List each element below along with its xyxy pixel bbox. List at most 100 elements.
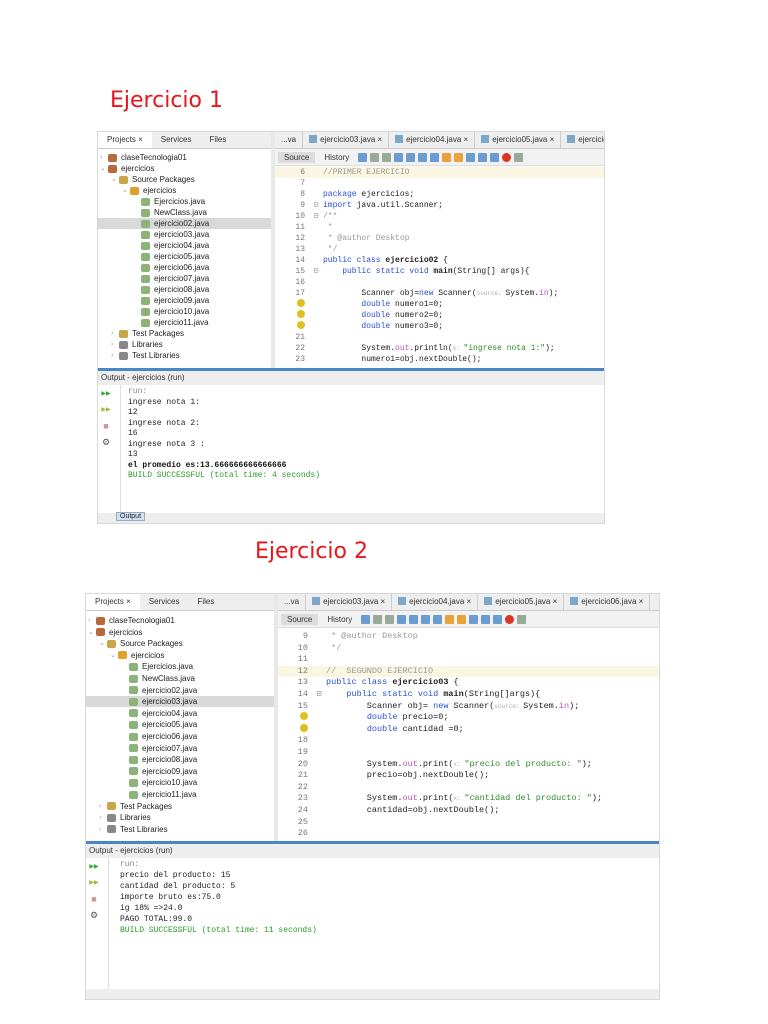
rerun-icon[interactable]: ▶▶ — [101, 389, 111, 399]
stop-icon[interactable]: ■ — [89, 894, 99, 904]
rerun-debug-icon[interactable]: ▶▶ — [89, 878, 99, 888]
chevron-right-icon[interactable]: › — [99, 801, 107, 812]
tree-item[interactable]: ejercicio04.java — [98, 240, 271, 251]
toolbar-action-icon[interactable] — [469, 614, 479, 624]
tree-item[interactable]: › Test Libraries — [98, 350, 271, 361]
tab-files[interactable]: Files — [188, 594, 223, 610]
toolbar-action-icon[interactable] — [370, 152, 380, 162]
tree-item[interactable]: ⌄ Source Packages — [86, 638, 274, 649]
tree-item[interactable]: ejercicio08.java — [86, 754, 274, 765]
toolbar-action-icon[interactable] — [466, 152, 476, 162]
tab-services[interactable]: Services — [140, 594, 189, 610]
history-button[interactable]: History — [318, 152, 355, 163]
toolbar-action-icon[interactable] — [385, 614, 395, 624]
chevron-right-icon[interactable]: › — [111, 339, 119, 350]
tree-item[interactable]: ejercicio11.java — [86, 789, 274, 800]
warning-bulb-icon[interactable] — [300, 712, 308, 721]
tree-item[interactable]: ejercicio06.java — [86, 731, 274, 742]
toolbar-prev-icon[interactable] — [409, 614, 419, 624]
toolbar-search-icon[interactable] — [394, 152, 404, 162]
toolbar-search-icon[interactable] — [397, 614, 407, 624]
tree-item[interactable]: › Test Libraries — [86, 824, 274, 835]
tree-item[interactable]: ejercicio05.java — [98, 251, 271, 262]
tree-item[interactable]: ejercicio09.java — [98, 295, 271, 306]
toolbar-action-icon[interactable] — [373, 614, 383, 624]
editor-tab[interactable]: ejercicio03.java × — [306, 594, 393, 610]
source-button[interactable]: Source — [278, 151, 316, 163]
tree-item[interactable]: ⌄ ejercicios — [98, 185, 271, 196]
editor-tab[interactable]: ejercicio04.java × — [392, 594, 479, 610]
tree-item[interactable]: ⌄ ejercicios — [98, 163, 271, 174]
code-editor[interactable]: 9 * @author Desktop 10 */11 12// SEGUNDO E… — [278, 631, 659, 841]
tab-files[interactable]: Files — [200, 132, 235, 148]
fold-toggle-icon[interactable]: ⊟ — [309, 211, 323, 222]
toolbar-action-icon[interactable] — [517, 614, 527, 624]
toolbar-toggle-icon[interactable] — [433, 614, 443, 624]
tree-item[interactable]: › Libraries — [86, 812, 274, 823]
chevron-down-icon[interactable]: ⌄ — [99, 638, 107, 649]
tree-item[interactable]: ⌄ ejercicios — [86, 627, 274, 638]
chevron-right-icon[interactable]: › — [99, 824, 107, 835]
history-button[interactable]: History — [321, 614, 358, 625]
toolbar-shift-right-icon[interactable] — [493, 614, 503, 624]
chevron-right-icon[interactable]: › — [100, 152, 108, 163]
warning-bulb-icon[interactable] — [297, 310, 305, 318]
fold-toggle-icon[interactable]: ⊟ — [309, 200, 323, 211]
tree-item[interactable]: ejercicio03.java — [86, 696, 274, 708]
toolbar-shift-left-icon[interactable] — [478, 152, 488, 162]
tree-item[interactable]: NewClass.java — [98, 207, 271, 218]
toolbar-next-icon[interactable] — [421, 614, 431, 624]
tree-item[interactable]: ejercicio05.java — [86, 719, 274, 730]
chevron-right-icon[interactable]: › — [111, 328, 119, 339]
tree-item[interactable]: ejercicio02.java — [86, 685, 274, 696]
rerun-debug-icon[interactable]: ▶▶ — [101, 405, 111, 415]
toolbar-action-icon[interactable] — [505, 614, 515, 624]
tree-item[interactable]: › claseTecnologia01 — [86, 615, 274, 626]
toolbar-action-icon[interactable] — [445, 614, 455, 624]
tree-item[interactable]: › Test Packages — [86, 801, 274, 812]
tree-item[interactable]: ejercicio10.java — [86, 777, 274, 788]
code-editor[interactable]: 6 //PRIMER EJERCICIO 7 8 package ejercicios;… — [275, 167, 604, 368]
tree-item[interactable]: ⌄ Source Packages — [98, 174, 271, 185]
chevron-down-icon[interactable]: ⌄ — [100, 163, 108, 174]
toolbar-action-icon[interactable] — [382, 152, 392, 162]
source-button[interactable]: Source — [281, 613, 319, 625]
tree-item[interactable]: ejercicio06.java — [98, 262, 271, 273]
tree-item[interactable]: ⌄ ejercicios — [86, 650, 274, 661]
rerun-icon[interactable]: ▶▶ — [89, 862, 99, 872]
toolbar-action-icon[interactable] — [502, 152, 512, 162]
toolbar-action-icon[interactable] — [514, 152, 524, 162]
tree-item[interactable]: › Test Packages — [98, 328, 271, 339]
chevron-right-icon[interactable]: › — [111, 350, 119, 361]
editor-tab[interactable]: ...va — [278, 594, 307, 610]
output-bottom-tab[interactable]: Output — [116, 512, 146, 521]
fold-toggle-icon[interactable]: ⊟ — [309, 266, 323, 277]
warning-bulb-icon[interactable] — [297, 321, 305, 329]
toolbar-action-icon[interactable] — [457, 614, 467, 624]
tree-item[interactable]: ejercicio11.java — [98, 317, 271, 328]
tree-item[interactable]: › Libraries — [98, 339, 271, 350]
tree-item[interactable]: ejercicio02.java — [98, 218, 271, 229]
editor-tab[interactable]: ejercicio0 — [561, 132, 604, 148]
chevron-right-icon[interactable]: › — [99, 812, 107, 823]
settings-icon[interactable]: ⚙ — [89, 910, 99, 920]
toolbar-shift-left-icon[interactable] — [481, 614, 491, 624]
chevron-down-icon[interactable]: ⌄ — [122, 185, 130, 196]
tree-item[interactable]: ejercicio07.java — [86, 743, 274, 754]
toolbar-back-icon[interactable] — [358, 152, 368, 162]
settings-icon[interactable]: ⚙ — [101, 437, 111, 447]
toolbar-next-icon[interactable] — [418, 152, 428, 162]
toolbar-shift-right-icon[interactable] — [490, 152, 500, 162]
tree-item[interactable]: ejercicio08.java — [98, 284, 271, 295]
tree-item[interactable]: Ejercicios.java — [98, 196, 271, 207]
tab-projects[interactable]: Projects × — [98, 132, 152, 148]
tab-services[interactable]: Services — [152, 132, 201, 148]
toolbar-back-icon[interactable] — [361, 614, 371, 624]
tree-item[interactable]: ejercicio07.java — [98, 273, 271, 284]
tree-item[interactable]: ejercicio04.java — [86, 708, 274, 719]
warning-bulb-icon[interactable] — [300, 723, 308, 732]
tree-item[interactable]: ejercicio09.java — [86, 766, 274, 777]
stop-icon[interactable]: ■ — [101, 421, 111, 431]
fold-toggle-icon[interactable]: ⊟ — [312, 689, 326, 701]
toolbar-toggle-icon[interactable] — [430, 152, 440, 162]
